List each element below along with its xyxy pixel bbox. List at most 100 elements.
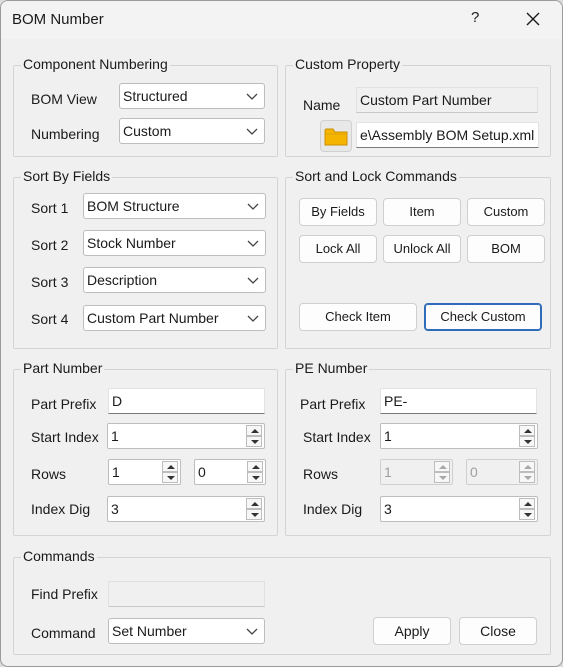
chevron-down-icon <box>245 86 259 106</box>
increment-icon[interactable] <box>247 461 263 472</box>
bom-button[interactable]: BOM <box>467 235 545 263</box>
sort-4-value: Custom Part Number <box>87 310 219 326</box>
pe-rows-value-2: 0 <box>470 464 478 480</box>
start-index-label: Start Index <box>31 429 99 445</box>
increment-icon[interactable] <box>162 461 178 472</box>
sort-item-button[interactable]: Item <box>383 198 461 226</box>
pe-prefix-label: Part Prefix <box>300 396 366 412</box>
check-item-button[interactable]: Check Item <box>299 303 417 331</box>
lock-all-button[interactable]: Lock All <box>299 235 377 263</box>
numbering-select[interactable]: Custom <box>119 118 265 144</box>
sort-by-fields-button[interactable]: By Fields <box>299 198 377 226</box>
bom-view-select[interactable]: Structured <box>119 83 265 109</box>
rows-label: Rows <box>31 466 67 482</box>
rows-value-2: 0 <box>198 464 206 480</box>
command-label: Command <box>31 625 96 641</box>
part-prefix-input[interactable]: D <box>108 388 265 414</box>
increment-icon <box>434 461 450 472</box>
pe-rows-stepper-1: 1 <box>380 459 453 485</box>
pe-index-dig-label: Index Dig <box>303 501 363 517</box>
chevron-down-icon <box>246 233 260 253</box>
chevron-down-icon <box>246 196 260 216</box>
close-icon[interactable] <box>523 9 543 29</box>
sort-3-select[interactable]: Description <box>83 267 266 293</box>
pe-start-index-label: Start Index <box>303 429 371 445</box>
numbering-value: Custom <box>123 123 172 139</box>
sort-1-label: Sort 1 <box>31 200 69 216</box>
decrement-icon <box>519 472 535 483</box>
decrement-icon[interactable] <box>247 472 263 483</box>
command-value: Set Number <box>112 623 187 639</box>
chevron-down-icon <box>246 270 260 290</box>
pe-start-index-stepper[interactable]: 1 <box>380 423 538 449</box>
open-folder-button[interactable] <box>320 120 352 152</box>
sort-by-fields-title: Sort By Fields <box>21 168 113 184</box>
part-prefix-label: Part Prefix <box>31 396 97 412</box>
help-button[interactable]: ? <box>471 9 485 26</box>
pe-prefix-input[interactable]: PE- <box>380 388 537 414</box>
component-numbering-title: Component Numbering <box>21 56 170 72</box>
pe-index-dig-value: 3 <box>384 501 392 517</box>
decrement-icon[interactable] <box>246 509 262 520</box>
bom-view-value: Structured <box>123 88 188 104</box>
decrement-icon[interactable] <box>246 436 262 447</box>
unlock-all-button[interactable]: Unlock All <box>383 235 461 263</box>
custom-property-name-value: Custom Part Number <box>360 92 492 108</box>
pe-number-title: PE Number <box>293 360 370 376</box>
check-custom-button[interactable]: Check Custom <box>424 303 542 331</box>
pe-index-dig-stepper[interactable]: 3 <box>380 496 538 522</box>
chevron-down-icon <box>245 621 259 641</box>
sort-2-label: Sort 2 <box>31 237 69 253</box>
window-title: BOM Number <box>12 11 104 28</box>
find-prefix-label: Find Prefix <box>31 586 98 602</box>
custom-property-name-field[interactable]: Custom Part Number <box>356 87 538 113</box>
decrement-icon[interactable] <box>162 472 178 483</box>
decrement-icon <box>434 472 450 483</box>
setup-file-field[interactable]: e\Assembly BOM Setup.xml <box>356 122 539 148</box>
sort-1-select[interactable]: BOM Structure <box>83 193 266 219</box>
start-index-value: 1 <box>111 428 119 444</box>
decrement-icon[interactable] <box>519 509 535 520</box>
pe-start-index-value: 1 <box>384 428 392 444</box>
title-bar: BOM Number ? <box>1 1 562 39</box>
index-dig-value: 3 <box>111 501 119 517</box>
increment-icon[interactable] <box>246 425 262 436</box>
commands-title: Commands <box>21 548 97 564</box>
part-number-title: Part Number <box>21 360 105 376</box>
setup-file-value: e\Assembly BOM Setup.xml <box>360 127 535 143</box>
increment-icon <box>519 461 535 472</box>
increment-icon[interactable] <box>246 498 262 509</box>
sort-lock-title: Sort and Lock Commands <box>293 168 459 184</box>
pe-prefix-value: PE- <box>384 393 408 409</box>
sort-4-label: Sort 4 <box>31 311 69 327</box>
pe-rows-stepper-2: 0 <box>466 459 538 485</box>
apply-button[interactable]: Apply <box>373 617 451 645</box>
rows-stepper-1[interactable]: 1 <box>108 459 181 485</box>
chevron-down-icon <box>246 308 260 328</box>
decrement-icon[interactable] <box>519 436 535 447</box>
start-index-stepper[interactable]: 1 <box>107 423 265 449</box>
rows-value-1: 1 <box>112 464 120 480</box>
sort-3-value: Description <box>87 272 158 288</box>
pe-rows-label: Rows <box>303 466 339 482</box>
close-button[interactable]: Close <box>459 617 537 645</box>
chevron-down-icon <box>245 121 259 141</box>
index-dig-stepper[interactable]: 3 <box>107 496 265 522</box>
bom-number-dialog: BOM Number ? Component Numbering BOM Vie… <box>0 0 563 667</box>
sort-4-select[interactable]: Custom Part Number <box>83 305 266 331</box>
index-dig-label: Index Dig <box>31 501 91 517</box>
find-prefix-input <box>108 581 265 607</box>
bom-view-label: BOM View <box>31 91 97 107</box>
custom-property-title: Custom Property <box>293 56 403 72</box>
increment-icon[interactable] <box>519 425 535 436</box>
folder-icon <box>321 128 351 154</box>
command-select[interactable]: Set Number <box>108 618 265 644</box>
sort-1-value: BOM Structure <box>87 198 180 214</box>
sort-2-select[interactable]: Stock Number <box>83 230 266 256</box>
increment-icon[interactable] <box>519 498 535 509</box>
sort-custom-button[interactable]: Custom <box>467 198 545 226</box>
pe-rows-value-1: 1 <box>384 464 392 480</box>
numbering-label: Numbering <box>31 126 100 142</box>
part-prefix-value: D <box>112 393 123 409</box>
rows-stepper-2[interactable]: 0 <box>194 459 266 485</box>
